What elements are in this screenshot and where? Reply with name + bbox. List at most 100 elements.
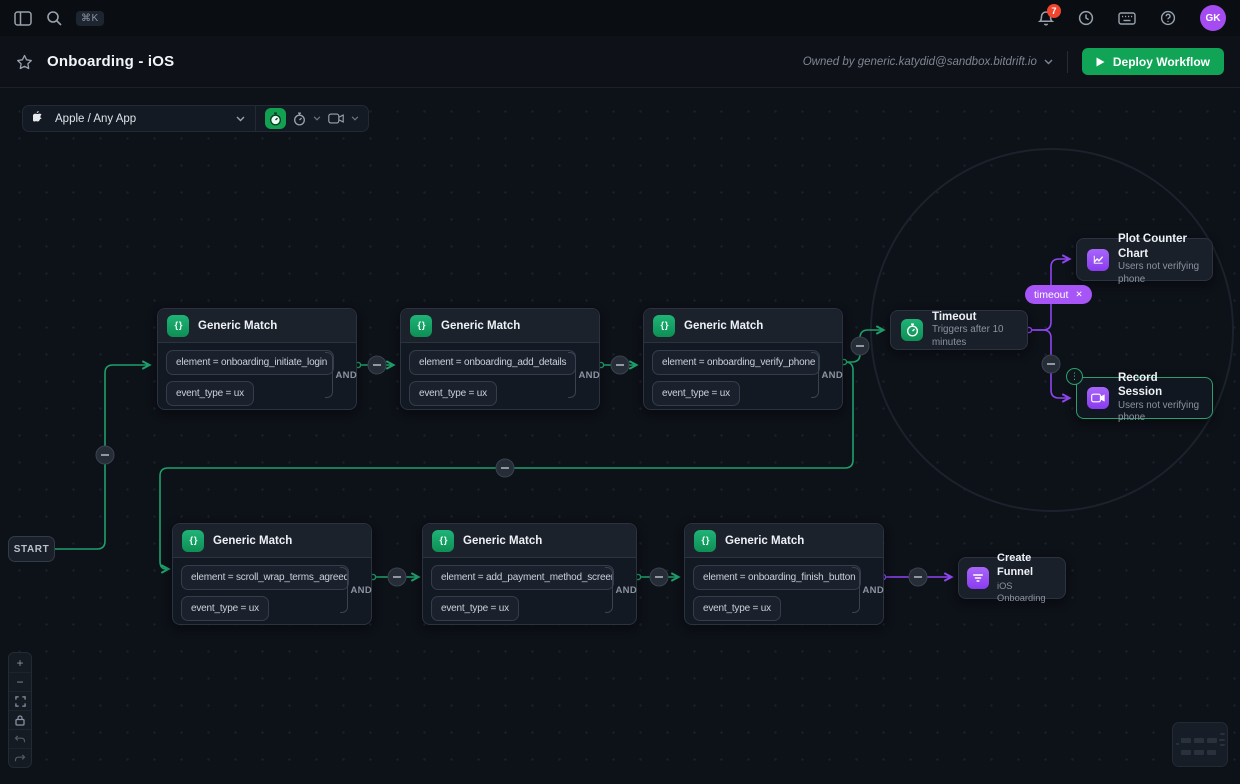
help-icon[interactable] [1160, 10, 1176, 26]
zoom-out-button[interactable]: − [9, 672, 31, 691]
node-menu-dots-icon[interactable]: ⋮ [1066, 368, 1083, 385]
search-icon[interactable] [46, 10, 62, 26]
braces-icon: { } [694, 530, 716, 552]
funnel-icon [967, 567, 989, 589]
match-field[interactable]: event_type = ux [431, 596, 519, 621]
match-field[interactable]: element = onboarding_finish_button [693, 565, 861, 590]
node-subtitle: iOS Onboarding [997, 580, 1057, 604]
close-icon[interactable]: ✕ [1075, 289, 1082, 300]
match-field[interactable]: event_type = ux [181, 596, 269, 621]
app-selector[interactable]: Apple / Any App [23, 111, 255, 126]
redo-button[interactable] [9, 748, 31, 767]
app-selector-label: Apple / Any App [55, 113, 227, 125]
chevron-down-icon[interactable] [351, 116, 359, 121]
owner-label: Owned by generic.katydid@sandbox.bitdrif… [803, 56, 1037, 68]
zoom-in-button[interactable]: + [9, 653, 31, 672]
header-divider [1067, 51, 1068, 73]
node-title: Record Session [1118, 371, 1202, 400]
node-title: Timeout [932, 310, 1017, 324]
apple-icon [33, 111, 46, 126]
generic-match-node-5[interactable]: { } Generic Match element = add_payment_m… [422, 523, 637, 625]
and-joiner: AND [568, 351, 600, 399]
flow-canvas[interactable]: Apple / Any App START { }G [0, 88, 1240, 784]
node-title: Plot Counter Chart [1118, 232, 1202, 261]
and-joiner: AND [852, 566, 884, 614]
notifications-bell-icon[interactable]: 7 [1038, 10, 1054, 27]
braces-icon: { } [167, 315, 189, 337]
node-title: Generic Match [684, 320, 763, 332]
notification-count-badge: 7 [1047, 4, 1061, 18]
badge-label: timeout [1034, 289, 1068, 301]
top-bar: ⌘K 7 GK [0, 0, 1240, 36]
and-joiner: AND [811, 351, 843, 399]
history-clock-icon[interactable] [1078, 10, 1094, 26]
purple-edges [884, 259, 1069, 577]
record-session-node[interactable]: Record Session Users not verifying phone [1076, 377, 1213, 419]
zoom-controls: + − [8, 652, 32, 768]
generic-match-node-4[interactable]: { } Generic Match element = scroll_wrap_t… [172, 523, 372, 625]
minimap[interactable] [1172, 722, 1228, 767]
chevron-down-icon[interactable] [313, 116, 321, 121]
video-camera-icon [328, 113, 344, 124]
fit-view-button[interactable] [9, 691, 31, 710]
node-subtitle: Users not verifying phone [1118, 400, 1202, 425]
keyboard-shortcuts-icon[interactable] [1118, 12, 1136, 25]
chevron-down-icon [1044, 59, 1053, 65]
node-title: Generic Match [463, 535, 542, 547]
avatar[interactable]: GK [1200, 5, 1226, 31]
stopwatch-icon [269, 112, 282, 126]
stopwatch-icon [293, 112, 306, 126]
generic-match-node-2[interactable]: { }Generic Match element = onboarding_ad… [400, 308, 600, 410]
braces-icon: { } [432, 530, 454, 552]
page-title: Onboarding - iOS [47, 53, 174, 70]
favorite-star-icon[interactable] [16, 54, 33, 70]
and-joiner: AND [325, 351, 357, 399]
match-field[interactable]: event_type = ux [693, 596, 781, 621]
create-funnel-node[interactable]: Create Funnel iOS Onboarding [958, 557, 1066, 599]
match-field[interactable]: element = scroll_wrap_terms_agreed [181, 565, 349, 590]
stopwatch-icon [901, 319, 923, 341]
timeout-tool-button[interactable] [265, 108, 286, 129]
workflow-header: Onboarding - iOS Owned by generic.katydi… [0, 36, 1240, 88]
search-shortcut-badge: ⌘K [76, 11, 104, 26]
deploy-workflow-button[interactable]: Deploy Workflow [1082, 48, 1224, 75]
generic-match-node-3[interactable]: { } Generic Match element = onboarding_ve… [643, 308, 843, 410]
workflow-editor: ⌘K 7 GK Onboarding - iOS Own [0, 0, 1240, 784]
timer-tool-button[interactable] [293, 112, 306, 126]
match-field[interactable]: element = onboarding_add_details [409, 350, 576, 375]
braces-icon: { } [182, 530, 204, 552]
and-joiner: AND [605, 566, 637, 614]
match-field[interactable]: element = add_payment_method_screen [431, 565, 614, 590]
match-field[interactable]: event_type = ux [409, 381, 497, 406]
edge-layer [0, 88, 1240, 784]
play-icon [1096, 57, 1105, 67]
node-title: Generic Match [198, 320, 277, 332]
video-camera-icon [1087, 387, 1109, 409]
plot-counter-chart-node[interactable]: Plot Counter Chart Users not verifying p… [1076, 238, 1213, 281]
canvas-toolbar: Apple / Any App [22, 105, 369, 132]
node-title: Generic Match [725, 535, 804, 547]
braces-icon: { } [653, 315, 675, 337]
session-tool-button[interactable] [328, 113, 344, 124]
timeout-node[interactable]: Timeout Triggers after 10 minutes [890, 310, 1028, 350]
chevron-down-icon [236, 116, 245, 122]
node-subtitle: Users not verifying phone [1118, 261, 1202, 286]
start-node[interactable]: START [8, 536, 55, 562]
match-field[interactable]: event_type = ux [652, 381, 740, 406]
match-field[interactable]: element = onboarding_initiate_login [166, 350, 334, 375]
owner-selector[interactable]: Owned by generic.katydid@sandbox.bitdrif… [803, 56, 1053, 68]
generic-match-node-6[interactable]: { } Generic Match element = onboarding_fi… [684, 523, 884, 625]
match-field[interactable]: element = onboarding_verify_phone [652, 350, 820, 375]
undo-button[interactable] [9, 729, 31, 748]
and-joiner: AND [340, 566, 372, 614]
sidebar-toggle-icon[interactable] [14, 11, 32, 26]
node-subtitle: Triggers after 10 minutes [932, 324, 1017, 349]
line-chart-icon [1087, 249, 1109, 271]
lock-interactivity-button[interactable] [9, 710, 31, 729]
generic-match-node-1[interactable]: { } Generic Match element = onboarding_in… [157, 308, 357, 410]
match-field[interactable]: event_type = ux [166, 381, 254, 406]
braces-icon: { } [410, 315, 432, 337]
timeout-edge-badge[interactable]: timeout ✕ [1025, 285, 1092, 304]
node-title: Create Funnel [997, 552, 1057, 580]
node-title: Generic Match [213, 535, 292, 547]
